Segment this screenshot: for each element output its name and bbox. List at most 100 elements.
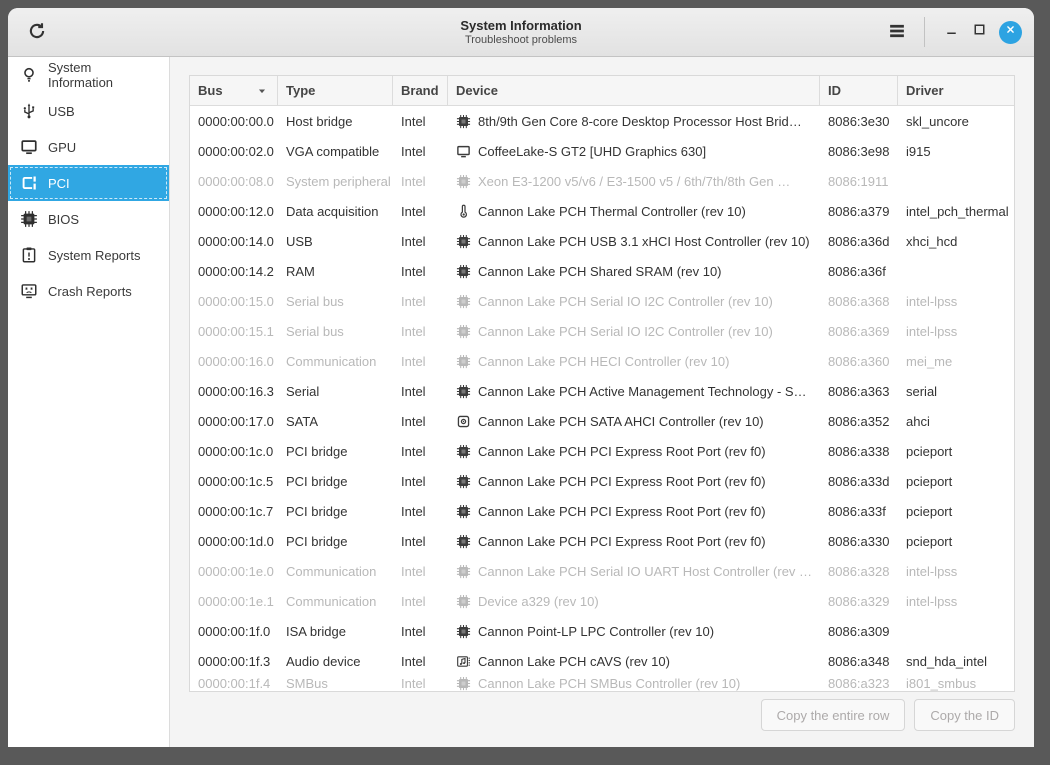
device-cell: 8th/9th Gen Core 8-core Desktop Processo… [448, 114, 820, 129]
chip-icon [456, 624, 471, 639]
table-row[interactable]: 0000:00:17.0 SATA Intel Cannon Lake PCH … [190, 406, 1014, 436]
table-row[interactable]: 0000:00:15.0 Serial bus Intel Cannon Lak… [190, 286, 1014, 316]
minimize-icon [943, 21, 960, 43]
device-cell: Cannon Lake PCH Active Management Techno… [448, 384, 820, 399]
table-row[interactable]: 0000:00:12.0 Data acquisition Intel Cann… [190, 196, 1014, 226]
type-cell: PCI bridge [278, 474, 393, 489]
column-header-brand[interactable]: Brand [393, 76, 448, 105]
table-row[interactable]: 0000:00:14.0 USB Intel Cannon Lake PCH U… [190, 226, 1014, 256]
driver-cell: intel-lpss [898, 294, 1014, 309]
type-cell: System peripheral [278, 174, 393, 189]
column-header-device[interactable]: Device [448, 76, 820, 105]
device-cell: Cannon Lake PCH PCI Express Root Port (r… [448, 534, 820, 549]
id-cell: 8086:a348 [820, 654, 898, 669]
table-row[interactable]: 0000:00:1f.3 Audio device Intel Cannon L… [190, 646, 1014, 676]
refresh-button[interactable] [24, 19, 50, 45]
driver-cell: pcieport [898, 444, 1014, 459]
window-subtitle: Troubleshoot problems [460, 34, 581, 46]
table-body: 0000:00:00.0 Host bridge Intel 8th/9th G… [190, 106, 1014, 691]
type-cell: Communication [278, 564, 393, 579]
type-cell: Host bridge [278, 114, 393, 129]
table-row[interactable]: 0000:00:14.2 RAM Intel Cannon Lake PCH S… [190, 256, 1014, 286]
menu-button[interactable] [884, 19, 910, 45]
device-cell: Cannon Lake PCH PCI Express Root Port (r… [448, 474, 820, 489]
copy-id-button[interactable]: Copy the ID [914, 699, 1015, 731]
header-bar: System Information Troubleshoot problems [8, 8, 1034, 57]
column-header-type[interactable]: Type [278, 76, 393, 105]
driver-cell: intel_pch_thermal [898, 204, 1014, 219]
id-cell: 8086:a363 [820, 384, 898, 399]
table-row[interactable]: 0000:00:1d.0 PCI bridge Intel Cannon Lak… [190, 526, 1014, 556]
table-row[interactable]: 0000:00:16.3 Serial Intel Cannon Lake PC… [190, 376, 1014, 406]
column-header-id[interactable]: ID [820, 76, 898, 105]
brand-cell: Intel [393, 234, 448, 249]
sidebar-item-usb[interactable]: USB [8, 93, 169, 129]
table-row[interactable]: 0000:00:1e.0 Communication Intel Cannon … [190, 556, 1014, 586]
chip-icon [456, 444, 471, 459]
id-cell: 8086:1911 [820, 174, 898, 189]
menu-icon [887, 21, 907, 44]
id-cell: 8086:a329 [820, 594, 898, 609]
close-button[interactable] [999, 21, 1022, 44]
driver-cell: pcieport [898, 534, 1014, 549]
bus-cell: 0000:00:15.0 [190, 294, 278, 309]
table-row[interactable]: 0000:00:1c.5 PCI bridge Intel Cannon Lak… [190, 466, 1014, 496]
brand-cell: Intel [393, 654, 448, 669]
device-cell: Cannon Lake PCH PCI Express Root Port (r… [448, 444, 820, 459]
sidebar-item-system-information[interactable]: System Information [8, 57, 169, 93]
device-cell: Xeon E3-1200 v5/v6 / E3-1500 v5 / 6th/7t… [448, 174, 820, 189]
id-cell: 8086:a309 [820, 624, 898, 639]
sidebar-item-bios[interactable]: BIOS [8, 201, 169, 237]
device-cell: Cannon Lake PCH Thermal Controller (rev … [448, 204, 820, 219]
id-cell: 8086:a36d [820, 234, 898, 249]
bus-cell: 0000:00:02.0 [190, 144, 278, 159]
type-cell: Serial bus [278, 324, 393, 339]
sidebar-item-pci[interactable]: PCI [8, 165, 169, 201]
type-cell: SMBus [278, 676, 393, 691]
copy-entire-row-button[interactable]: Copy the entire row [761, 699, 906, 731]
table-row[interactable]: 0000:00:1e.1 Communication Intel Device … [190, 586, 1014, 616]
brand-cell: Intel [393, 504, 448, 519]
sidebar-item-crash-reports[interactable]: Crash Reports [8, 273, 169, 309]
table-row[interactable]: 0000:00:1f.0 ISA bridge Intel Cannon Poi… [190, 616, 1014, 646]
bus-cell: 0000:00:1f.4 [190, 676, 278, 691]
chip-icon [456, 534, 471, 549]
id-cell: 8086:a36f [820, 264, 898, 279]
table-row[interactable]: 0000:00:15.1 Serial bus Intel Cannon Lak… [190, 316, 1014, 346]
action-bar: Copy the entire row Copy the ID [189, 692, 1015, 747]
sidebar-item-gpu[interactable]: GPU [8, 129, 169, 165]
column-header-driver[interactable]: Driver [898, 76, 1014, 105]
column-header-bus[interactable]: Bus [190, 76, 278, 105]
crash-icon [20, 282, 38, 300]
table-row[interactable]: 0000:00:08.0 System peripheral Intel Xeo… [190, 166, 1014, 196]
sidebar-item-system-reports[interactable]: System Reports [8, 237, 169, 273]
minimize-button[interactable] [939, 20, 963, 44]
device-cell: Cannon Point-LP LPC Controller (rev 10) [448, 624, 820, 639]
driver-cell: intel-lpss [898, 594, 1014, 609]
type-cell: Serial [278, 384, 393, 399]
table-row[interactable]: 0000:00:02.0 VGA compatible Intel Coffee… [190, 136, 1014, 166]
chip-icon [456, 294, 471, 309]
brand-cell: Intel [393, 114, 448, 129]
brand-cell: Intel [393, 174, 448, 189]
usb-icon [20, 102, 38, 120]
table-row[interactable]: 0000:00:1c.0 PCI bridge Intel Cannon Lak… [190, 436, 1014, 466]
type-cell: Audio device [278, 654, 393, 669]
main-panel: Bus Type Brand Device ID Driver 0000:00:… [170, 57, 1034, 747]
brand-cell: Intel [393, 204, 448, 219]
table-row[interactable]: 0000:00:1c.7 PCI bridge Intel Cannon Lak… [190, 496, 1014, 526]
chip-icon [456, 354, 471, 369]
table-row[interactable]: 0000:00:00.0 Host bridge Intel 8th/9th G… [190, 106, 1014, 136]
sort-desc-icon [255, 84, 269, 98]
device-cell: Cannon Lake PCH SATA AHCI Controller (re… [448, 414, 820, 429]
driver-cell: intel-lpss [898, 564, 1014, 579]
id-cell: 8086:a33d [820, 474, 898, 489]
driver-cell: mei_me [898, 354, 1014, 369]
device-cell: Cannon Lake PCH Serial IO I2C Controller… [448, 324, 820, 339]
table-row[interactable]: 0000:00:16.0 Communication Intel Cannon … [190, 346, 1014, 376]
bus-cell: 0000:00:1c.0 [190, 444, 278, 459]
brand-cell: Intel [393, 474, 448, 489]
maximize-button[interactable] [967, 20, 991, 44]
device-cell: CoffeeLake-S GT2 [UHD Graphics 630] [448, 144, 820, 159]
table-row[interactable]: 0000:00:1f.4 SMBus Intel Cannon Lake PCH… [190, 676, 1014, 691]
